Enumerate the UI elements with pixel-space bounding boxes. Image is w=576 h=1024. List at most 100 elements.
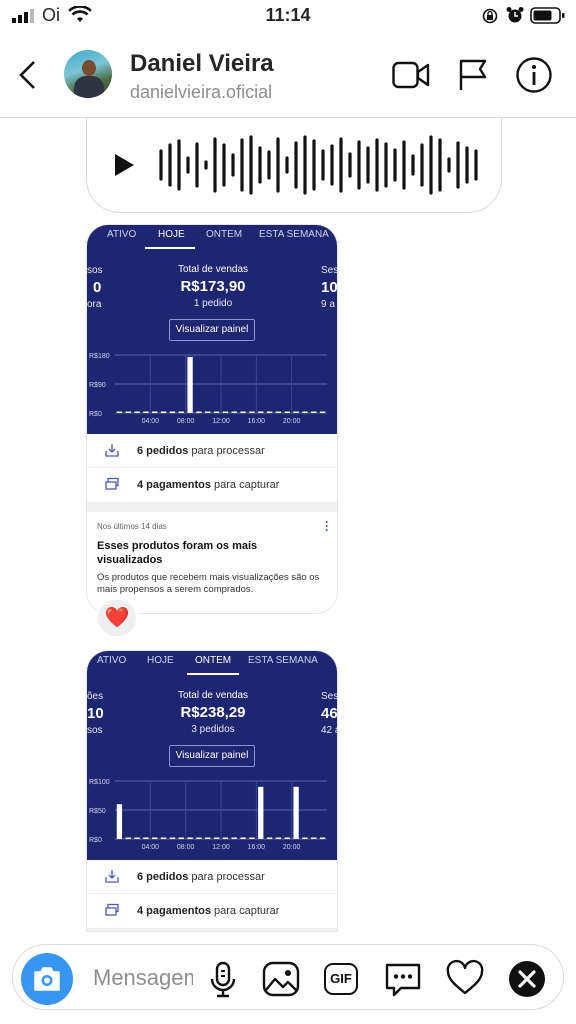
orders-to-process-text: 6 pedidos para processar (137, 871, 265, 883)
orders-to-process-row[interactable]: 6 pedidos para processar (87, 860, 337, 894)
chart-bar (143, 837, 149, 839)
chart-bar (302, 837, 308, 839)
chart-bar (152, 411, 158, 413)
chart-bar (160, 411, 167, 413)
y-tick-label: R$100 (89, 779, 110, 786)
active-tab-indicator (145, 247, 195, 249)
tab-hoje[interactable]: HOJE (147, 655, 174, 666)
payments-to-capture-text: 4 pagamentos para capturar (137, 905, 280, 917)
tab-ativo[interactable]: ATIVO (97, 655, 126, 666)
right-stat-label: Ses (321, 691, 338, 702)
right-stat-sub: 42 a (321, 725, 337, 736)
chart-bar (152, 837, 158, 839)
camera-button[interactable] (21, 953, 73, 1005)
view-panel-button[interactable]: Visualizar painel (169, 745, 255, 767)
tab-esta-semana[interactable]: ESTA SEMANA (259, 229, 329, 240)
insight-period: Nos últimos 14 dias (97, 522, 167, 531)
x-tick-label: 12:00 (212, 844, 230, 851)
tab-ontem[interactable]: ONTEM (195, 655, 231, 666)
payments-to-capture-row[interactable]: 4 pagamentos para capturar (87, 894, 337, 928)
message-composer: GIF (12, 944, 564, 1010)
left-stat-label: sos (87, 265, 103, 276)
sales-dashboard: ATIVO HOJE ONTEM ESTA SEMANA sos 0 ora T… (87, 225, 338, 434)
chart-bar (178, 837, 184, 839)
chart-bar (231, 411, 237, 413)
inbox-download-icon (105, 444, 119, 457)
chart-bar (196, 837, 202, 839)
cards-icon (105, 477, 119, 490)
chat-header: Daniel Vieira danielvieira.oficial (0, 32, 576, 118)
chart-bar (222, 411, 229, 413)
x-tick-label: 20:00 (283, 418, 301, 425)
chart-bar (319, 837, 326, 839)
chart-bar (258, 786, 264, 839)
chart-bar (116, 804, 123, 839)
contact-handle: danielvieira.oficial (130, 82, 273, 102)
payments-to-capture-text: 4 pagamentos para capturar (137, 479, 280, 491)
chart-bar (160, 837, 167, 839)
y-tick-label: R$90 (89, 382, 106, 389)
video-camera-icon[interactable] (392, 60, 430, 90)
gif-button[interactable]: GIF (321, 959, 361, 999)
battery-icon (530, 7, 565, 24)
chart-bar (125, 837, 131, 839)
chart-bar (311, 837, 317, 839)
chart-bar (213, 411, 220, 413)
chat-more-icon[interactable] (383, 959, 423, 999)
chart-bar (249, 837, 255, 839)
info-icon[interactable] (515, 56, 553, 94)
total-sales-value: R$173,90 (180, 278, 246, 295)
chart-bar (134, 411, 140, 413)
sales-bar-chart: R$180 R$90 R$0 04:00 08:00 12:00 16:00 20:00 (89, 353, 327, 425)
tab-esta-semana[interactable]: ESTA SEMANA (248, 655, 318, 666)
chart-bar (240, 411, 246, 413)
avatar[interactable] (64, 50, 112, 98)
orders-to-process-text: 6 pedidos para processar (137, 445, 265, 457)
heart-reaction[interactable]: ❤️ (96, 598, 138, 638)
view-panel-button[interactable]: Visualizar painel (169, 319, 255, 341)
gif-label: GIF (324, 963, 358, 995)
play-icon[interactable] (113, 153, 135, 177)
contact-name[interactable]: Daniel Vieira (130, 50, 274, 78)
chart-bar (266, 837, 273, 839)
tab-ativo[interactable]: ATIVO (107, 229, 136, 240)
chart-bar (125, 411, 131, 413)
image-icon[interactable] (261, 959, 301, 999)
chart-bar (187, 356, 193, 413)
message-input[interactable] (93, 963, 193, 993)
chart-bar (213, 837, 220, 839)
microphone-icon[interactable] (203, 959, 243, 999)
cards-icon (105, 903, 119, 916)
close-icon[interactable] (507, 959, 547, 999)
flag-icon[interactable] (458, 58, 488, 92)
sales-dashboard: ATIVO HOJE ONTEM ESTA SEMANA ões 10 sos … (87, 651, 338, 860)
orders-to-process-row[interactable]: 6 pedidos para processar (87, 434, 337, 468)
y-tick-label: R$180 (89, 353, 110, 360)
more-options-icon[interactable]: · · · (325, 516, 329, 536)
tab-ontem[interactable]: ONTEM (206, 229, 242, 240)
left-stat-value: 10 (87, 705, 104, 722)
shared-image-card-1[interactable]: ATIVO HOJE ONTEM ESTA SEMANA sos 0 ora T… (86, 224, 338, 614)
right-stat-value: 10 (321, 279, 338, 296)
payments-to-capture-row[interactable]: 4 pagamentos para capturar (87, 468, 337, 502)
x-tick-label: 08:00 (177, 418, 195, 425)
period-tabs: ATIVO HOJE ONTEM ESTA SEMANA (87, 225, 337, 251)
right-stat-value: 46 (321, 705, 338, 722)
chart-bar (240, 837, 246, 839)
chart-bar (302, 411, 308, 413)
total-orders: 3 pedidos (191, 724, 235, 735)
x-tick-label: 08:00 (177, 844, 195, 851)
chevron-left-icon[interactable] (16, 60, 40, 90)
heart-icon[interactable] (445, 959, 485, 999)
chart-bar (293, 786, 299, 839)
insight-description: Os produtos que recebem mais visualizaçõ… (97, 572, 320, 595)
tab-hoje[interactable]: HOJE (158, 229, 185, 240)
shared-image-card-2[interactable]: ATIVO HOJE ONTEM ESTA SEMANA ões 10 sos … (86, 650, 338, 932)
total-sales-value: R$238,29 (180, 704, 246, 721)
total-sales-label: Total de vendas (177, 264, 249, 275)
chart-bar (178, 411, 184, 413)
total-sales-stat: Total de vendas R$173,90 1 pedido (157, 264, 269, 309)
period-tabs: ATIVO HOJE ONTEM ESTA SEMANA (87, 651, 337, 677)
voice-message-bubble[interactable] (86, 118, 502, 213)
total-sales-label: Total de vendas (177, 690, 249, 701)
